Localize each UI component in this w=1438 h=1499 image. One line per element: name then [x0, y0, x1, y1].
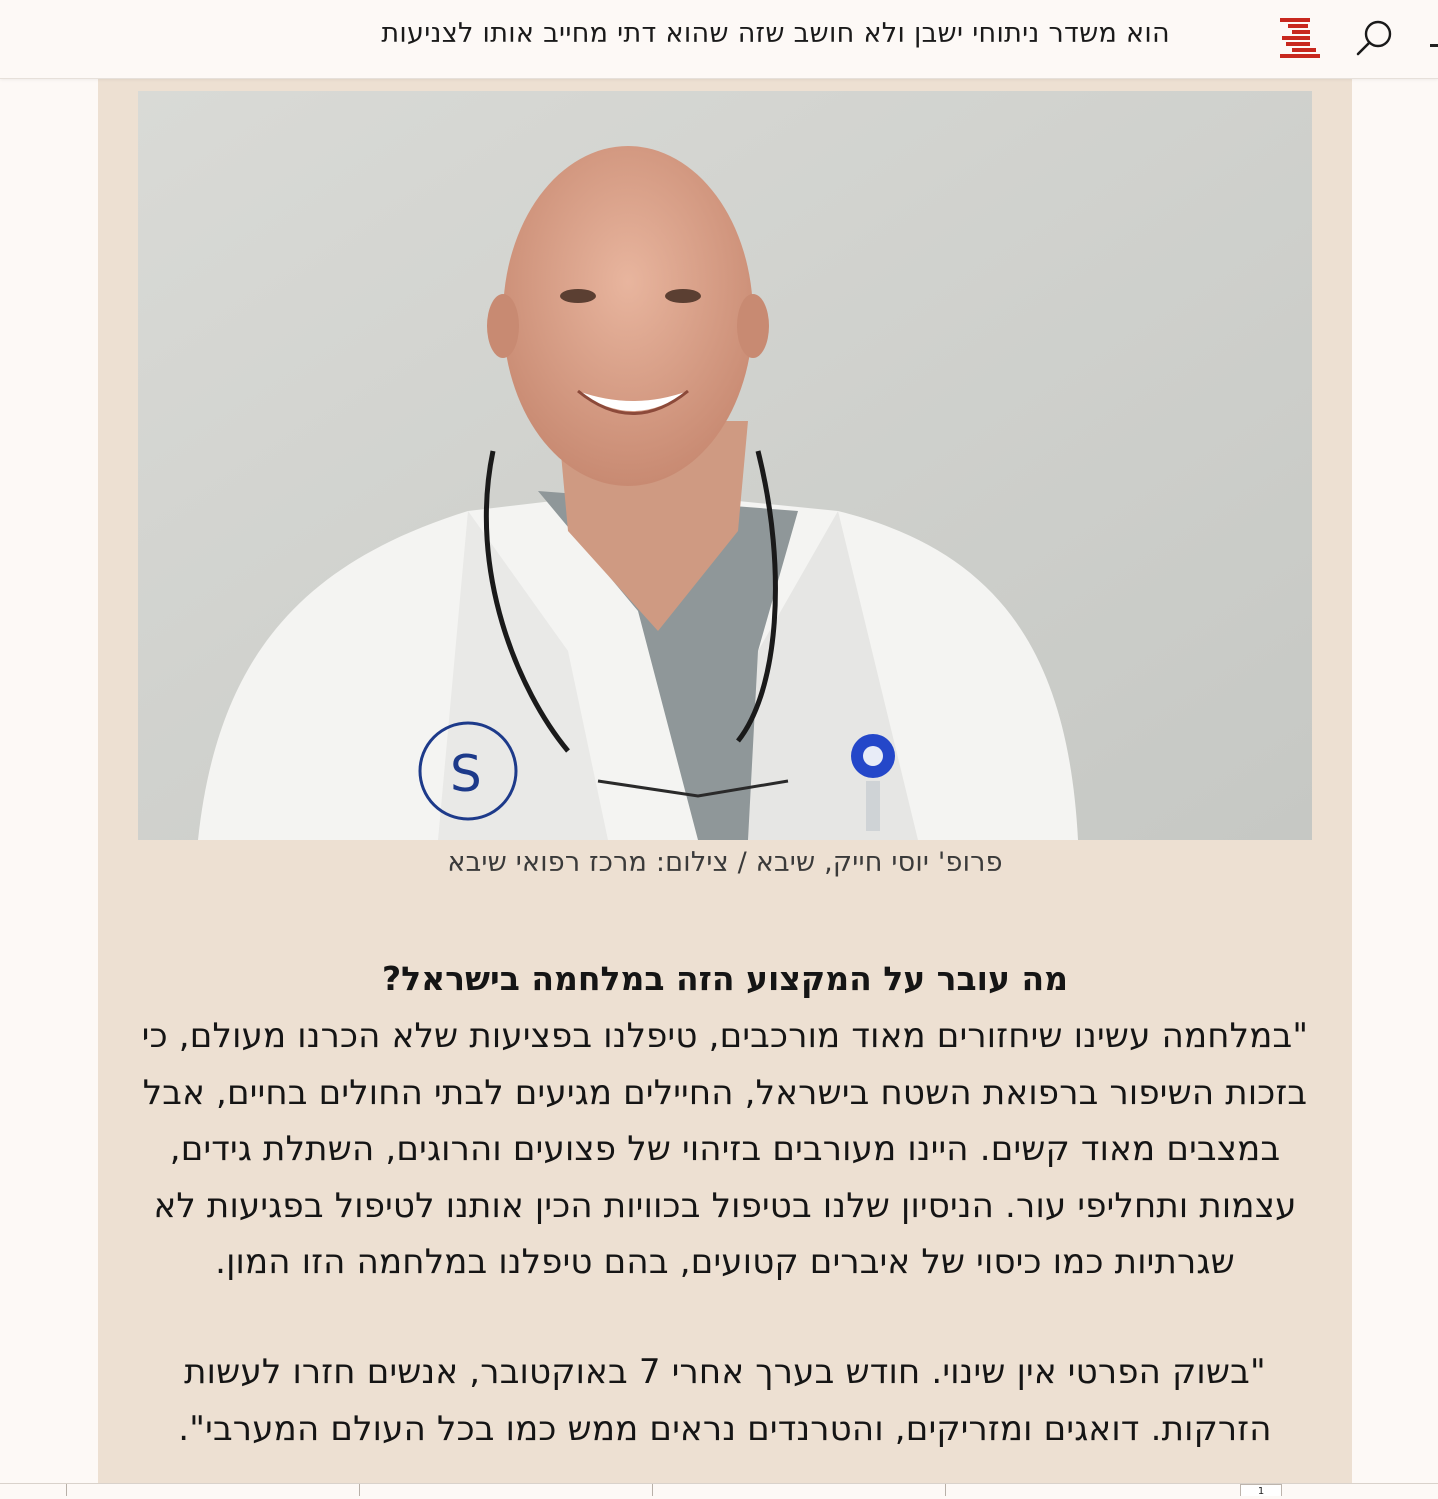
top-bar: הוא משדר ניתוחי ישבן ולא חושב שזה שהוא ד…: [0, 0, 1438, 79]
paragraph-line: "במלחמה עשינו שיחזורים מאוד מורכבים, טיפ…: [141, 1016, 1309, 1056]
site-logo-icon[interactable]: [1278, 16, 1322, 60]
question-heading: מה עובר על המקצוע הזה במלחמה בישראל?: [381, 959, 1069, 998]
paragraph-line: עצמות ותחליפי עור. הניסיון שלנו בטיפול ב…: [153, 1185, 1297, 1226]
answer-paragraph: "בשוק הפרטי אין שינוי. חודש בערך אחרי 7 …: [138, 1344, 1312, 1457]
paragraph-line: "בשוק הפרטי אין שינוי. חודש בערך אחרי 7 …: [184, 1352, 1266, 1392]
article-photo: S: [138, 91, 1312, 840]
toolbar-divider: [66, 1484, 67, 1496]
article-body: S פרופ' יוסי חייק, שיבא / צילום: מרכז רפ…: [98, 79, 1352, 1495]
paragraph-line: שגרתיות כמו כיסוי של איברים קטועים, בהם …: [215, 1242, 1235, 1282]
menu-edge-icon[interactable]: [1430, 44, 1438, 47]
photo-caption: פרופ' יוסי חייק, שיבא / צילום: מרכז רפוא…: [447, 847, 1003, 878]
toolbar-divider: [945, 1484, 946, 1496]
search-icon[interactable]: [1352, 16, 1396, 60]
paragraph-line: במצבים מאוד קשים. היינו מעורבים בזיהוי ש…: [169, 1129, 1281, 1169]
paragraph-line: הזרקות. דואגים ומזריקים, והטרנדים נראים …: [178, 1408, 1272, 1449]
answer-paragraph: "במלחמה עשינו שיחזורים מאוד מורכבים, טיפ…: [138, 1008, 1312, 1291]
article-header-title[interactable]: הוא משדר ניתוחי ישבן ולא חושב שזה שהוא ד…: [381, 18, 1170, 49]
toolbar-divider: [652, 1484, 653, 1496]
bottom-toolbar: [0, 1483, 1438, 1496]
toolbar-divider: [359, 1484, 360, 1496]
paragraph-line: בזכות השיפור ברפואת השטח בישראל, החיילים…: [142, 1072, 1308, 1113]
page-tab[interactable]: 1: [1240, 1484, 1282, 1497]
svg-text:S: S: [450, 745, 482, 803]
